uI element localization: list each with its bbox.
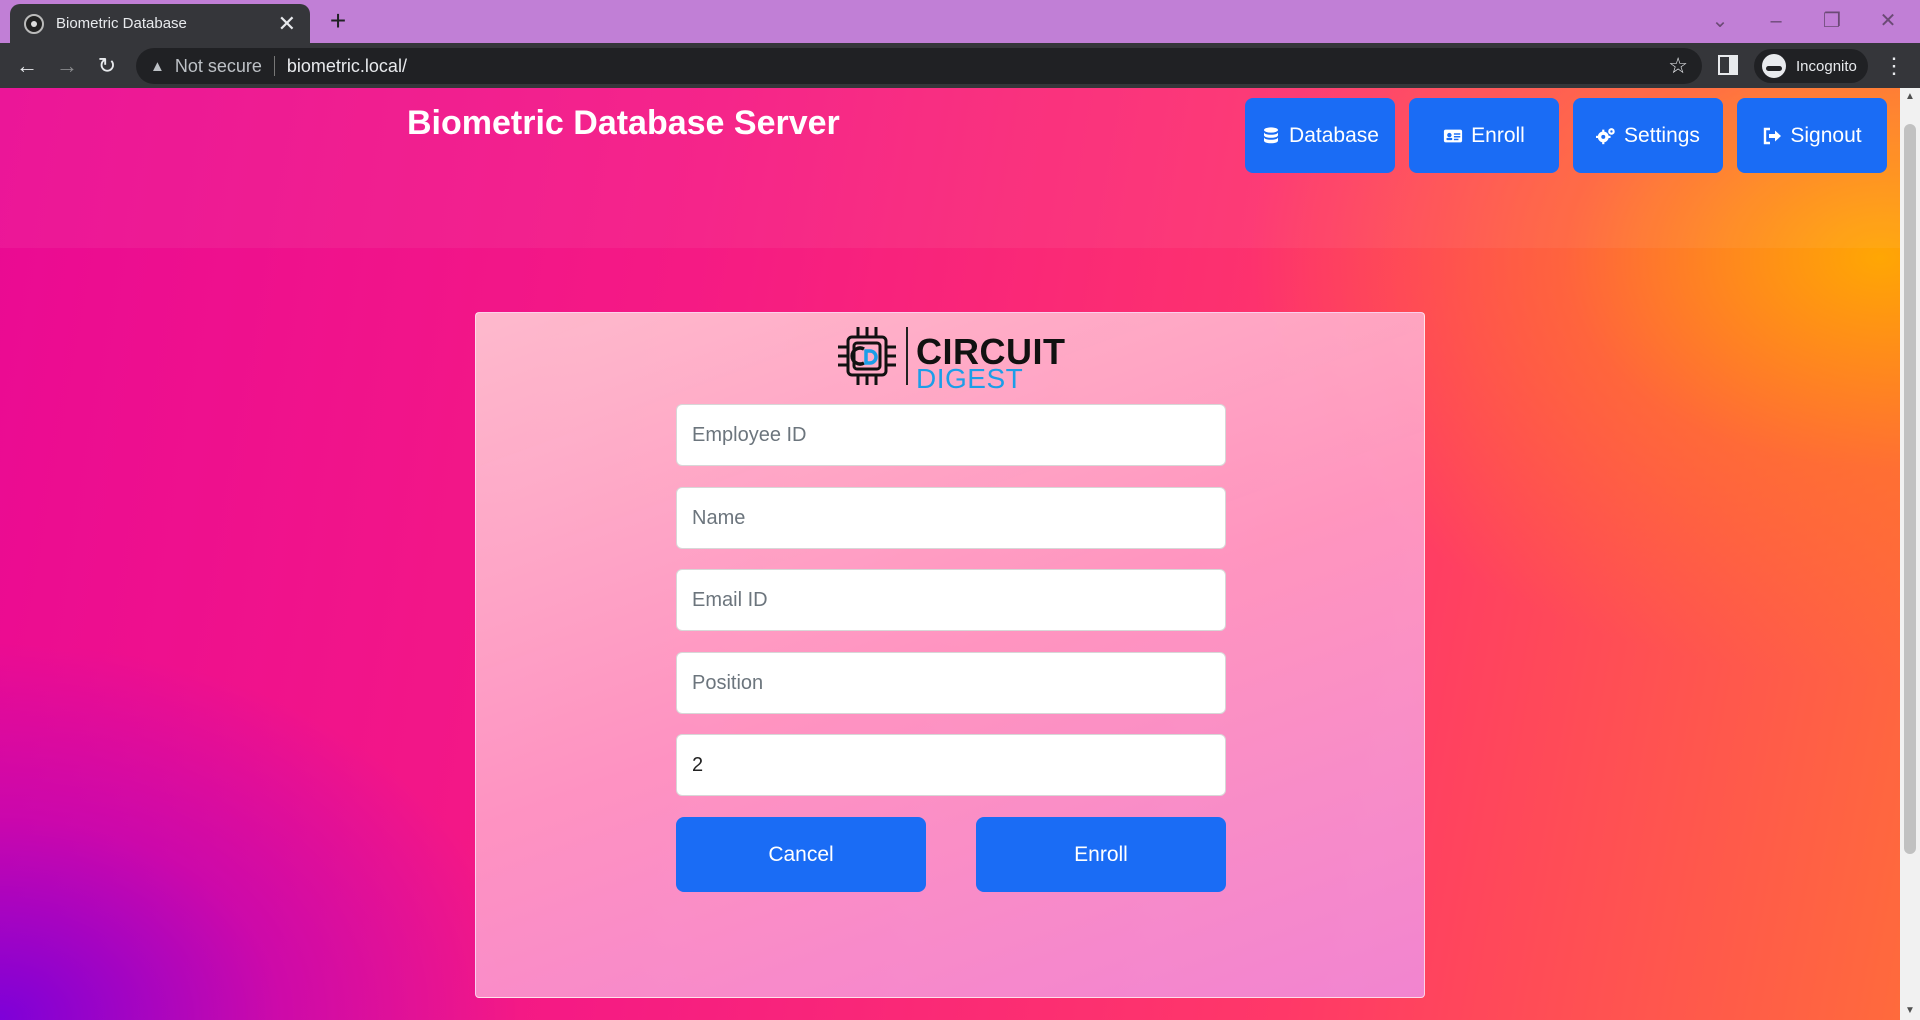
browser-tab[interactable]: Biometric Database ✕ — [10, 4, 310, 43]
position-input[interactable] — [676, 652, 1226, 714]
incognito-icon — [1762, 54, 1786, 78]
database-button[interactable]: Database — [1245, 98, 1395, 173]
cancel-button[interactable]: Cancel — [676, 817, 926, 892]
chip-icon — [838, 327, 896, 385]
minimize-icon[interactable]: – — [1748, 4, 1804, 38]
enroll-form-card: CIRCUIT DIGEST Cancel Enroll — [475, 312, 1425, 998]
sign-out-icon — [1764, 127, 1782, 144]
star-icon[interactable]: ☆ — [1668, 53, 1688, 79]
window-close-icon[interactable]: ✕ — [1860, 4, 1916, 38]
browser-tabstrip: Biometric Database ✕ + ⌄ – ❐ ✕ — [0, 0, 1920, 43]
arrow-left-icon[interactable]: ← — [10, 49, 44, 83]
signout-button-label: Signout — [1790, 123, 1862, 147]
side-panel-icon[interactable] — [1718, 55, 1738, 75]
warning-icon: ▲ — [150, 57, 165, 75]
enroll-nav-label: Enroll — [1471, 123, 1525, 147]
scroll-up-arrow-icon[interactable]: ▲ — [1900, 88, 1920, 106]
enroll-submit-button[interactable]: Enroll — [976, 817, 1226, 892]
omnibox-divider — [273, 56, 275, 76]
kebab-icon[interactable]: ⋮ — [1880, 49, 1908, 83]
id-card-icon — [1444, 129, 1463, 142]
signout-button[interactable]: Signout — [1737, 98, 1887, 173]
circuit-digest-logo: CIRCUIT DIGEST — [836, 323, 1066, 394]
scroll-down-arrow-icon[interactable]: ▼ — [1900, 1002, 1920, 1020]
new-tab-button[interactable]: + — [322, 6, 354, 38]
email-id-input[interactable] — [676, 569, 1226, 631]
page-scrollbar[interactable]: ▲ ▼ — [1900, 88, 1920, 1020]
favicon-icon — [24, 13, 44, 34]
enroll-nav-button[interactable]: Enroll — [1409, 98, 1559, 173]
address-bar[interactable]: ▲ Not secure biometric.local/ ☆ — [136, 48, 1702, 84]
page-title: Biometric Database Server — [407, 104, 840, 142]
close-tab-button[interactable]: ✕ — [278, 12, 296, 35]
fingerprint-id-input[interactable] — [676, 734, 1226, 796]
settings-button[interactable]: Settings — [1573, 98, 1723, 173]
browser-toolbar: ← → ↻ ▲ Not secure biometric.local/ ☆ In… — [0, 43, 1920, 88]
scrollbar-thumb[interactable] — [1904, 124, 1916, 854]
incognito-badge[interactable]: Incognito — [1754, 49, 1868, 83]
chevron-down-icon[interactable]: ⌄ — [1692, 4, 1748, 38]
restore-icon[interactable]: ❐ — [1804, 4, 1860, 38]
arrow-right-icon[interactable]: → — [50, 49, 84, 83]
settings-button-label: Settings — [1624, 123, 1700, 147]
url-text[interactable]: biometric.local/ — [287, 56, 1668, 77]
database-icon — [1264, 126, 1279, 143]
gears-icon — [1596, 127, 1615, 144]
database-button-label: Database — [1289, 123, 1379, 147]
tab-title: Biometric Database — [56, 15, 187, 32]
reload-icon[interactable]: ↻ — [90, 49, 124, 83]
employee-id-input[interactable] — [676, 404, 1226, 466]
name-input[interactable] — [676, 487, 1226, 549]
logo-text-digest: DIGEST — [916, 363, 1024, 394]
not-secure-label: Not secure — [174, 55, 262, 76]
page-viewport: Biometric Database Server Database Enrol… — [0, 88, 1900, 1020]
incognito-label: Incognito — [1796, 57, 1857, 75]
logo-divider — [906, 327, 908, 385]
